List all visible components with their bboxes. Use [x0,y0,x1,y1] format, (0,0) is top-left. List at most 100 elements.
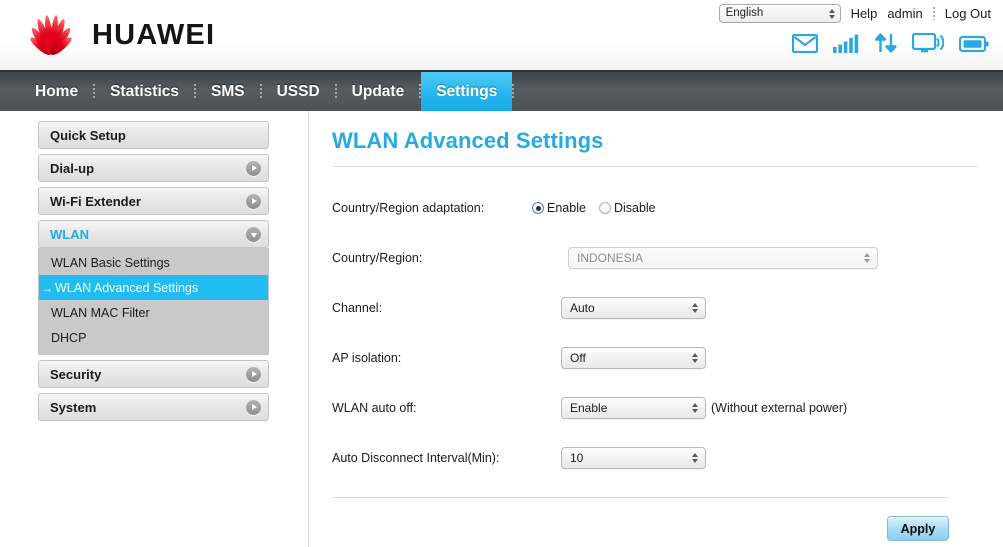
chevron-updown-icon [692,303,698,313]
chevron-updown-icon [692,453,698,463]
nav-item-ussd[interactable]: USSD [262,72,335,111]
radio-option-disable[interactable]: Disable [598,201,656,215]
nav-item-statistics[interactable]: Statistics [95,72,194,111]
sidebar-item-system[interactable]: System [38,393,269,421]
sidebar-subitem-wlan-mac-filter[interactable]: WLAN MAC Filter [39,300,268,325]
radio-label: Disable [613,201,656,215]
sidebar-item-label: WLAN [50,226,89,242]
country-region-select[interactable]: INDONESIA [568,247,878,269]
nav-item-label: Update [351,82,405,100]
page-title: WLAN Advanced Settings [332,128,604,153]
wlan-auto-off-value: Enable [570,401,608,415]
sidebar-item-wlan[interactable]: WLAN [38,220,269,248]
logout-link[interactable]: Log Out [945,6,991,21]
radio-dot-selected [532,202,544,214]
field-row-ap-isolation: AP isolation: Off [332,345,977,371]
nav-item-home[interactable]: Home [20,72,93,111]
help-link[interactable]: Help [851,6,878,21]
account-link[interactable]: admin [887,6,922,21]
wlan-auto-off-label: WLAN auto off: [332,401,417,415]
sidebar-subitem-label: DHCP [51,330,87,345]
arrow-right-icon: → [41,280,53,295]
wlan-auto-off-select[interactable]: Enable [561,397,706,419]
language-select[interactable]: English [718,4,841,23]
auto-disconnect-interval-select[interactable]: 10 [561,447,706,469]
message-icon[interactable] [792,34,818,53]
wlan-advanced-form: Country/Region adaptation: Enable Disabl… [332,195,977,541]
country-adaptation-label: Country/Region adaptation: [332,201,485,215]
channel-label: Channel: [332,301,383,315]
ap-isolation-label: AP isolation: [332,351,402,365]
status-icon-bar [792,33,989,53]
channel-value: Auto [570,301,595,315]
country-region-label: Country/Region: [332,251,423,265]
signal-bars-icon[interactable] [833,34,860,53]
sidebar-item-security[interactable]: Security [38,360,269,388]
country-region-value: INDONESIA [577,251,644,265]
nav-item-sms[interactable]: SMS [196,72,260,111]
chevron-right-icon[interactable] [246,193,261,209]
sidebar-item-label: Wi-Fi Extender [50,193,141,209]
brand-logo: HUAWEI [22,14,216,58]
chevron-updown-icon [864,253,870,263]
language-select-wrap[interactable]: English [718,4,841,23]
nav-item-label: Home [35,82,79,100]
brand-name: HUAWEI [92,18,216,51]
sidebar-item-label: Quick Setup [50,127,126,143]
chevron-right-icon[interactable] [246,160,261,176]
content-area: Quick Setup Dial-up Wi-Fi Extender WLAN WLAN… [0,111,1003,547]
chevron-down-icon[interactable] [246,226,261,242]
sidebar-divider [308,111,309,547]
sidebar-item-wi-fi-extender[interactable]: Wi-Fi Extender [38,187,269,215]
sidebar-submenu-wlan: WLAN Basic Settings → WLAN Advanced Settin… [38,248,269,355]
nav-item-settings[interactable]: Settings [421,72,513,111]
sidebar-item-label: Security [50,366,102,382]
chevron-right-icon[interactable] [246,366,261,382]
form-actions: Apply [332,516,949,541]
sidebar-subitem-label: WLAN Basic Settings [51,255,170,270]
radio-dot-unselected [598,202,611,214]
field-row-country-adaptation: Country/Region adaptation: Enable Disabl… [332,195,977,221]
field-row-wlan-auto-off: WLAN auto off: Enable (Without external … [332,395,977,421]
nav-separator [512,84,515,99]
field-row-auto-disconnect-interval: Auto Disconnect Interval(Min): 10 [332,445,977,471]
nav-item-label: USSD [276,82,320,100]
chevron-updown-icon [692,353,698,363]
wlan-auto-off-hint: (Without external power) [711,401,848,415]
separator [932,7,935,20]
sidebar-subitem-wlan-basic-settings[interactable]: WLAN Basic Settings [39,250,268,275]
chevron-updown-icon [692,403,698,413]
sidebar-item-dial-up[interactable]: Dial-up [38,154,269,182]
apply-button[interactable]: Apply [887,516,949,541]
huawei-logo-icon [22,14,80,58]
data-transfer-icon[interactable] [875,33,897,53]
country-adaptation-radio-group: Enable Disable [532,201,656,215]
wifi-clients-icon[interactable] [912,33,944,53]
ap-isolation-value: Off [570,351,586,365]
nav-item-label: Settings [436,82,498,100]
field-row-country-region: Country/Region: INDONESIA [332,245,977,271]
form-divider [332,497,949,498]
nav-item-label: SMS [211,82,245,100]
sidebar-item-quick-setup[interactable]: Quick Setup [38,121,269,149]
sidebar-subitem-label: WLAN Advanced Settings [55,280,199,295]
ap-isolation-select[interactable]: Off [561,347,706,369]
sidebar-item-label: System [50,399,97,415]
radio-option-enable[interactable]: Enable [532,201,586,215]
main-panel: WLAN Advanced Settings Country/Region ad… [332,111,977,541]
sidebar-subitem-dhcp[interactable]: DHCP [39,325,268,350]
nav-item-update[interactable]: Update [337,72,420,111]
nav-item-label: Statistics [110,82,179,100]
battery-icon[interactable] [959,35,989,53]
title-divider [332,166,977,167]
sidebar-subitem-label: WLAN MAC Filter [51,305,150,320]
field-row-channel: Channel: Auto [332,295,977,321]
sidebar-subitem-wlan-advanced-settings[interactable]: → WLAN Advanced Settings [39,275,268,300]
chevron-right-icon[interactable] [246,399,261,415]
top-bar: HUAWEI English Help admin Log Out [0,0,1003,70]
top-right-controls: English Help admin Log Out [718,4,991,23]
channel-select[interactable]: Auto [561,297,706,319]
sidebar-item-label: Dial-up [50,160,95,176]
auto-disconnect-interval-label: Auto Disconnect Interval(Min): [332,451,500,465]
radio-label: Enable [547,201,586,215]
